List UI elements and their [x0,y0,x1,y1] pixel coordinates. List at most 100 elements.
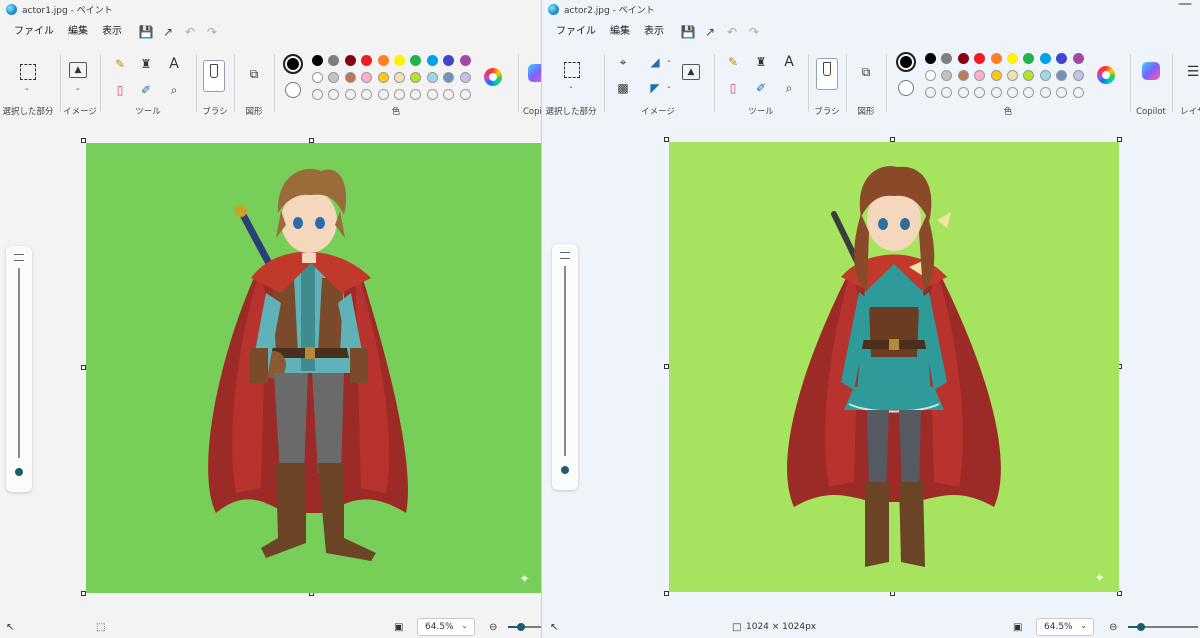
share-icon[interactable]: ↗ [699,22,721,42]
color-swatch[interactable] [394,55,405,66]
color-swatch[interactable] [974,53,986,64]
color-swatch[interactable] [344,55,356,66]
color-swatch[interactable] [328,72,340,83]
resize-icon[interactable]: ◢ [644,52,666,72]
custom-color-slot[interactable] [1039,87,1051,98]
color-swatch[interactable] [1072,70,1084,81]
zoom-dropdown[interactable]: 64.5% ⌄ [1036,618,1094,636]
eraser-icon[interactable]: ▯ [109,80,131,100]
undo-icon[interactable]: ↶ [721,22,743,42]
color-swatch[interactable] [394,72,405,83]
color-swatch[interactable] [377,72,389,83]
color-swatch[interactable] [925,70,936,81]
custom-color-slot[interactable] [328,89,340,100]
redo-icon[interactable]: ↷ [201,22,223,42]
custom-color-slot[interactable] [941,87,953,98]
chevron-down-icon[interactable]: ⌄ [24,84,30,92]
menu-edit[interactable]: 編集 [603,22,637,42]
copilot-icon[interactable] [528,64,541,82]
custom-color-slot[interactable] [312,89,323,100]
zoom-thumb[interactable] [561,466,569,474]
color-picker-icon[interactable]: ✐ [135,80,157,100]
remove-background-icon[interactable]: ▩ [612,78,634,98]
color-swatch[interactable] [361,72,373,83]
image-icon[interactable]: ▲ [682,64,700,80]
color-swatch[interactable] [410,72,422,83]
color-swatch[interactable] [990,53,1002,64]
chevron-down-icon[interactable]: ⌄ [666,56,672,64]
text-icon[interactable]: A [163,54,185,74]
text-icon[interactable]: A [778,52,800,72]
color-picker-icon[interactable]: ✐ [750,78,772,98]
primary-color-swatch[interactable] [896,52,916,72]
zoom-slider[interactable] [1128,623,1198,631]
color-swatch[interactable] [443,55,455,66]
color-swatch[interactable] [426,55,438,66]
zoom-dropdown[interactable]: 64.5% ⌄ [417,618,475,636]
zoom-slider-thumb[interactable] [517,623,525,631]
color-swatch[interactable] [957,53,969,64]
custom-color-slot[interactable] [957,87,969,98]
color-swatch[interactable] [941,53,953,64]
select-rect-icon[interactable] [20,64,36,80]
color-swatch[interactable] [941,70,953,81]
rotate-icon[interactable]: ◤ [644,78,666,98]
color-swatch[interactable] [1023,53,1035,64]
select-rect-icon[interactable] [564,62,580,78]
chevron-down-icon[interactable]: ⌄ [568,82,574,90]
secondary-color-swatch[interactable] [285,82,301,98]
zoom-thumb[interactable] [15,468,23,476]
fill-icon[interactable]: ♜ [135,54,157,74]
menu-file[interactable]: ファイル [7,22,61,42]
eraser-icon[interactable]: ▯ [722,78,744,98]
custom-color-slot[interactable] [344,89,356,100]
custom-color-slot[interactable] [974,87,986,98]
layers-icon[interactable]: ☰ [1182,62,1200,82]
fit-to-window-icon[interactable]: ▣ [394,622,403,633]
canvas-image[interactable]: ✦ [86,143,541,593]
custom-color-slot[interactable] [925,87,936,98]
color-wheel-icon[interactable] [1097,66,1115,84]
secondary-color-swatch[interactable] [898,80,914,96]
vertical-zoom-slider[interactable] [6,246,32,492]
color-swatch[interactable] [377,55,389,66]
custom-color-slot[interactable] [990,87,1002,98]
chevron-down-icon[interactable]: ⌄ [666,82,672,90]
custom-color-slot[interactable] [426,89,438,100]
primary-color-swatch[interactable] [283,54,303,74]
brush-icon[interactable] [816,58,838,90]
menu-view[interactable]: 表示 [95,22,129,42]
magnifier-icon[interactable]: ⌕ [778,78,800,98]
zoom-slider-thumb[interactable] [1137,623,1145,631]
zoom-slider[interactable] [508,623,541,631]
color-swatch[interactable] [312,72,323,83]
custom-color-slot[interactable] [1007,87,1018,98]
color-swatch[interactable] [459,55,471,66]
color-swatch[interactable] [410,55,422,66]
menu-edit[interactable]: 編集 [61,22,95,42]
color-swatch[interactable] [1007,70,1018,81]
save-icon[interactable]: 💾 [135,22,157,42]
color-swatch[interactable] [443,72,455,83]
custom-color-slot[interactable] [394,89,405,100]
vertical-zoom-slider[interactable] [552,244,578,490]
canvas-image[interactable]: ✦ [669,142,1119,592]
color-swatch[interactable] [1056,70,1068,81]
color-swatch[interactable] [344,72,356,83]
custom-color-slot[interactable] [1072,87,1084,98]
redo-icon[interactable]: ↷ [743,22,765,42]
chevron-down-icon[interactable]: ⌄ [75,84,81,92]
custom-color-slot[interactable] [1023,87,1035,98]
color-swatch[interactable] [1039,70,1051,81]
color-swatch[interactable] [1056,53,1068,64]
custom-color-slot[interactable] [361,89,373,100]
custom-color-slot[interactable] [443,89,455,100]
custom-color-slot[interactable] [1056,87,1068,98]
shapes-icon[interactable]: ⧉ [855,62,877,82]
menu-file[interactable]: ファイル [549,22,603,42]
zoom-out-icon[interactable]: ⊖ [489,622,497,633]
color-swatch[interactable] [925,53,936,64]
crop-icon[interactable]: ⌖ [612,52,634,72]
color-swatch[interactable] [1072,53,1084,64]
fit-to-window-icon[interactable]: ▣ [1013,622,1022,633]
